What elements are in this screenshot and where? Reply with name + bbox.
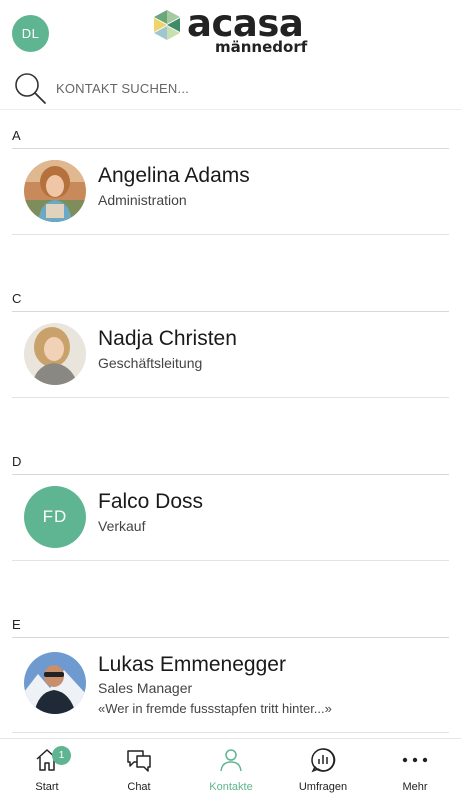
contact-avatar xyxy=(24,160,86,222)
contact-role: Sales Manager xyxy=(98,680,193,696)
contact-avatar-initials: FD xyxy=(24,486,86,548)
section-letter: D xyxy=(12,454,22,469)
logo-mark-icon xyxy=(154,10,180,40)
contact-row-falco-doss[interactable]: FD Falco Doss Verkauf xyxy=(12,474,449,561)
nav-label: Chat xyxy=(127,781,151,793)
bottom-nav: 1 Start Chat Kontakte Umfragen Mehr xyxy=(0,738,461,800)
contact-row-nadja-christen[interactable]: Nadja Christen Geschäftsleitung xyxy=(12,311,449,398)
contact-row-lukas-emmenegger[interactable]: Lukas Emmenegger Sales Manager «Wer in f… xyxy=(12,637,449,733)
nav-item-kontakte[interactable]: Kontakte xyxy=(185,739,277,800)
app-header: DL acasa männedorf xyxy=(0,0,461,68)
person-icon xyxy=(220,749,242,772)
notification-badge: 1 xyxy=(52,746,71,765)
contact-name: Lukas Emmenegger xyxy=(98,653,286,676)
user-avatar[interactable]: DL xyxy=(12,15,49,52)
contact-name: Falco Doss xyxy=(98,490,204,513)
nav-label: Start xyxy=(35,781,59,793)
nav-label: Mehr xyxy=(402,781,428,793)
chat-icon xyxy=(127,750,151,772)
contact-list[interactable]: A Angelina Adams Administration C Nadja … xyxy=(0,110,461,738)
search-icon[interactable] xyxy=(13,71,47,105)
avatar-photo-icon xyxy=(24,323,86,385)
section-letter: A xyxy=(12,128,21,143)
search-input[interactable] xyxy=(56,76,436,100)
nav-item-chat[interactable]: Chat xyxy=(93,739,185,800)
nav-label: Umfragen xyxy=(298,781,348,793)
contact-avatar xyxy=(24,652,86,714)
avatar-photo-icon xyxy=(24,652,86,714)
contact-name: Angelina Adams xyxy=(98,164,250,187)
contact-role: Verkauf xyxy=(98,518,146,534)
nav-item-start[interactable]: 1 Start xyxy=(1,739,93,800)
contact-role: Administration xyxy=(98,192,187,208)
contact-row-angelina-adams[interactable]: Angelina Adams Administration xyxy=(12,148,449,235)
section-letter: C xyxy=(12,291,22,306)
acasa-logo: acasa männedorf xyxy=(151,2,311,58)
contact-avatar xyxy=(24,323,86,385)
logo-location: männedorf xyxy=(215,38,308,56)
contact-role: Geschäftsleitung xyxy=(98,355,203,371)
avatar-photo-icon xyxy=(24,160,86,222)
more-icon xyxy=(402,757,428,763)
poll-icon xyxy=(311,748,336,773)
section-letter: E xyxy=(12,617,21,632)
nav-item-umfragen[interactable]: Umfragen xyxy=(277,739,369,800)
search-bar xyxy=(0,68,461,110)
contact-status: «Wer in fremde fussstapfen tritt hinter.… xyxy=(98,701,332,716)
contact-name: Nadja Christen xyxy=(98,327,237,350)
nav-item-mehr[interactable]: Mehr xyxy=(369,739,461,800)
nav-label: Kontakte xyxy=(209,781,253,793)
